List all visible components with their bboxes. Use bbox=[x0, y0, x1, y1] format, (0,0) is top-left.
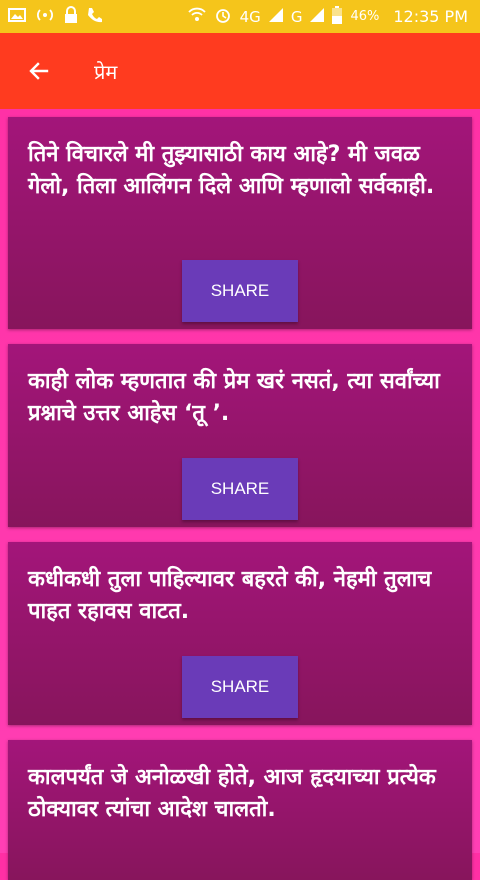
call-icon bbox=[86, 6, 104, 28]
page-title: प्रेम bbox=[94, 59, 118, 84]
share-button[interactable]: SHARE bbox=[182, 458, 298, 520]
quote-text: कालपर्यंत जे अनोळखी होते, आज हृदयाच्या प… bbox=[28, 765, 436, 822]
status-left-icons bbox=[8, 5, 104, 28]
quote-card: काही लोक म्हणतात की प्रेम खरं नसतं, त्या… bbox=[8, 344, 472, 527]
hotspot-icon bbox=[34, 7, 56, 27]
battery-percent: 46% bbox=[350, 9, 380, 24]
wifi-icon bbox=[187, 7, 206, 27]
quote-text: काही लोक म्हणतात की प्रेम खरं नसतं, त्या… bbox=[28, 369, 440, 426]
image-notification-icon bbox=[8, 7, 26, 27]
quote-text: कधीकधी तुला पाहिल्यावर बहरते की, नेहमी त… bbox=[28, 567, 432, 624]
battery-icon bbox=[332, 5, 343, 28]
lock-icon bbox=[64, 5, 78, 28]
network-secondary-label: G bbox=[290, 7, 303, 26]
clock-time: 12:35 PM bbox=[393, 7, 468, 26]
arrow-back-icon bbox=[29, 62, 49, 80]
app-bar: प्रेम bbox=[0, 33, 480, 109]
alarm-icon bbox=[214, 6, 232, 28]
back-button[interactable] bbox=[22, 54, 56, 88]
network-type-label: 4G bbox=[239, 7, 261, 26]
quote-text: तिने विचारले मी तुझ्यासाठी काय आहे? मी ज… bbox=[28, 142, 435, 199]
signal-secondary-icon bbox=[310, 7, 325, 26]
quote-card: तिने विचारले मी तुझ्यासाठी काय आहे? मी ज… bbox=[8, 117, 472, 329]
signal-icon bbox=[268, 7, 283, 26]
share-button[interactable]: SHARE bbox=[182, 260, 298, 322]
status-bar: 4G G 46% 12:35 PM bbox=[0, 0, 480, 33]
quote-card: कधीकधी तुला पाहिल्यावर बहरते की, नेहमी त… bbox=[8, 542, 472, 725]
status-right-icons: 4G G 46% 12:35 PM bbox=[187, 5, 468, 28]
share-button[interactable]: SHARE bbox=[182, 656, 298, 718]
quote-card: कालपर्यंत जे अनोळखी होते, आज हृदयाच्या प… bbox=[8, 740, 472, 880]
